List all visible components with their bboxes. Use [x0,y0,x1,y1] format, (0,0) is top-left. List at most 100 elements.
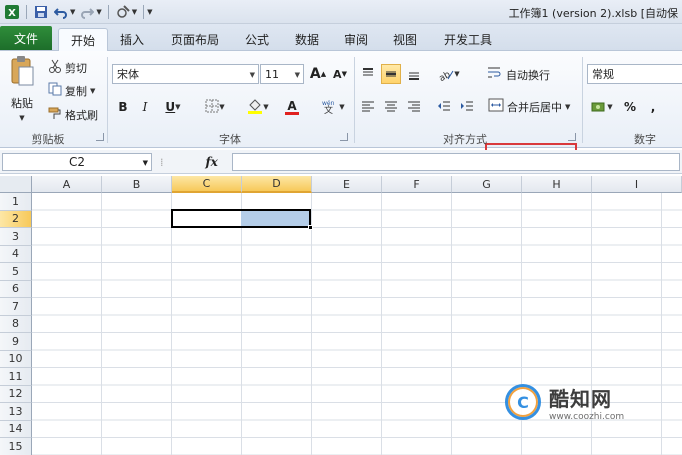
column-header-i[interactable]: I [592,176,682,193]
row-header-5[interactable]: 5 [0,263,32,281]
alignment-dialog-launcher[interactable] [568,133,576,141]
qat-menu-icon[interactable]: ▼ [147,8,152,16]
increase-indent-icon [461,101,473,111]
row-header-13[interactable]: 13 [0,403,32,421]
row-header-9[interactable]: 9 [0,333,32,351]
paste-dropdown-icon[interactable]: ▼ [19,114,24,122]
paste-button[interactable]: 粘贴 ▼ [6,55,38,122]
tab-insert[interactable]: 插入 [112,28,152,51]
align-right-button[interactable] [404,97,424,117]
underline-dropdown-icon[interactable]: ▼ [175,103,180,111]
tab-data[interactable]: 数据 [288,28,326,51]
bold-button[interactable]: B [113,97,133,117]
column-header-c[interactable]: C [172,176,242,193]
column-header-a[interactable]: A [32,176,102,193]
customize-tool-icon[interactable] [115,4,131,20]
decrease-indent-button[interactable] [434,97,454,117]
accounting-dropdown-icon[interactable]: ▼ [607,103,612,111]
column-header-f[interactable]: F [382,176,452,193]
tab-file[interactable]: 文件 [0,26,52,50]
wrap-text-button[interactable]: 自动换行 [487,66,550,83]
copy-dropdown-icon[interactable]: ▼ [90,87,95,95]
percent-style-button[interactable]: % [620,97,640,117]
row-header-10[interactable]: 10 [0,350,32,368]
fill-handle[interactable] [308,225,313,230]
watermark-text: 酷知网 www.coozhi.com [549,383,624,422]
font-size-combo[interactable]: 11 ▼ [260,64,304,84]
tab-review[interactable]: 审阅 [337,28,375,51]
align-center-button[interactable] [381,97,401,117]
tab-view[interactable]: 视图 [386,28,424,51]
title-bar: X ▼ ▼ ▼ ▼ 工作簿1 (version 2).xlsb [自动保 [0,0,682,24]
ribbon-tabs: 文件 开始 插入 页面布局 公式 数据 审阅 视图 开发工具 [0,24,682,51]
font-color-button[interactable]: A [277,97,307,117]
redo-icon[interactable] [79,4,95,20]
shrink-font-button[interactable]: A ▼ [330,64,350,84]
tab-page-layout[interactable]: 页面布局 [164,28,226,51]
row-header-2[interactable]: 2 [0,210,32,228]
copy-label: 复制 [65,84,87,98]
font-name-combo[interactable]: 宋体 ▼ [112,64,259,84]
grow-font-button[interactable]: A ▲ [308,64,328,84]
column-header-b[interactable]: B [102,176,172,193]
align-left-button[interactable] [358,97,378,117]
formula-bar: C2 ▼ ⁞ fx [0,150,682,174]
row-header-6[interactable]: 6 [0,280,32,298]
phonetic-button[interactable]: wén 文 ▼ [318,97,348,117]
merge-center-dropdown-icon[interactable]: ▼ [565,103,570,111]
row-header-12[interactable]: 12 [0,385,32,403]
column-header-g[interactable]: G [452,176,522,193]
phonetic-dropdown-icon[interactable]: ▼ [339,103,344,111]
italic-button[interactable]: I [135,97,155,117]
comma-style-button[interactable]: , [643,97,663,117]
row-header-8[interactable]: 8 [0,315,32,333]
tab-developer[interactable]: 开发工具 [437,28,499,51]
cut-button[interactable]: 剪切 [48,59,87,76]
accounting-format-button[interactable]: ▼ [588,97,616,117]
column-header-e[interactable]: E [312,176,382,193]
column-header-h[interactable]: H [522,176,592,193]
row-header-4[interactable]: 4 [0,245,32,263]
row-header-1[interactable]: 1 [0,193,32,211]
formula-input[interactable] [232,153,680,171]
fill-color-button[interactable]: ▼ [243,97,273,117]
align-top-button[interactable] [358,64,378,84]
clipboard-dialog-launcher[interactable] [96,133,104,141]
tab-formulas[interactable]: 公式 [238,28,276,51]
name-box-dropdown-icon[interactable]: ▼ [143,159,148,167]
copy-button[interactable]: 复制 ▼ [48,82,95,99]
row-header-14[interactable]: 14 [0,420,32,438]
number-format-combo[interactable]: 常规 [587,64,682,84]
row-header-3[interactable]: 3 [0,228,32,246]
select-all-corner[interactable] [0,176,32,193]
align-bottom-button[interactable] [404,64,424,84]
orientation-dropdown-icon[interactable]: ▼ [454,70,459,78]
orientation-button[interactable]: ab ▼ [434,64,464,84]
font-size-dropdown-icon[interactable]: ▼ [295,71,300,79]
tab-home[interactable]: 开始 [58,28,108,51]
merge-center-button[interactable]: 合并后居中 ▼ [488,98,570,115]
save-icon[interactable] [33,4,49,20]
row-header-15[interactable]: 15 [0,438,32,455]
paste-label: 粘贴 [11,97,33,110]
name-box[interactable]: C2 ▼ [2,153,152,171]
align-middle-button[interactable] [381,64,401,84]
redo-dropdown-icon[interactable]: ▼ [96,8,101,16]
customize-dropdown-icon[interactable]: ▼ [132,8,137,16]
row-header-7[interactable]: 7 [0,298,32,316]
font-name-dropdown-icon[interactable]: ▼ [250,71,255,79]
undo-icon[interactable] [53,4,69,20]
column-header-d[interactable]: D [242,176,312,193]
fill-color-dropdown-icon[interactable]: ▼ [263,103,268,111]
undo-dropdown-icon[interactable]: ▼ [70,8,75,16]
font-dialog-launcher[interactable] [340,133,348,141]
underline-button[interactable]: U ▼ [158,97,188,117]
watermark-name: 酷知网 [549,386,612,411]
borders-button[interactable]: ▼ [200,97,230,117]
insert-function-button[interactable]: fx [206,155,218,169]
increase-indent-button[interactable] [457,97,477,117]
formula-splitter-icon[interactable]: ⁞ [160,156,164,169]
row-header-11[interactable]: 11 [0,368,32,386]
format-painter-button[interactable]: 格式刷 [48,106,98,123]
borders-dropdown-icon[interactable]: ▼ [219,103,224,111]
